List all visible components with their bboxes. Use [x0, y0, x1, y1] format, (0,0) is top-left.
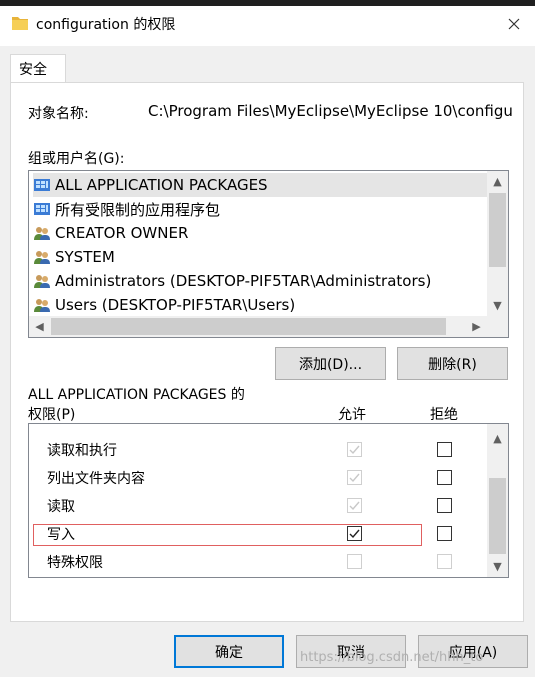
object-name-label: 对象名称:	[28, 106, 89, 122]
list-item[interactable]: Administrators (DESKTOP-PIF5TAR\Administ…	[33, 269, 487, 293]
allow-checkbox	[347, 470, 362, 485]
deny-column-header: 拒绝	[430, 407, 458, 423]
permissions-subtitle: 权限(P)	[28, 407, 76, 423]
deny-checkbox[interactable]	[437, 442, 452, 457]
allow-checkbox	[347, 442, 362, 457]
scrollbar-corner	[487, 316, 508, 337]
list-item[interactable]: SYSTEM	[33, 245, 487, 269]
close-icon	[508, 18, 520, 30]
permission-label: 列出文件夹内容	[47, 471, 145, 487]
list-item-label: SYSTEM	[55, 248, 115, 266]
scrollbar-thumb[interactable]	[489, 193, 506, 267]
groups-vertical-scrollbar[interactable]: ▲ ▼	[487, 171, 508, 316]
list-item-label: Administrators (DESKTOP-PIF5TAR\Administ…	[55, 272, 432, 290]
package-group-icon	[33, 201, 51, 217]
window-title: configuration 的权限	[36, 17, 176, 33]
permissions-vertical-scrollbar[interactable]: ▲ ▼	[487, 424, 508, 577]
selected-row-highlight	[33, 524, 422, 546]
scrollbar-thumb[interactable]	[51, 318, 446, 335]
scrollbar-thumb[interactable]	[489, 478, 506, 554]
scroll-down-icon[interactable]: ▼	[487, 295, 508, 316]
permission-label: 读取和执行	[47, 443, 117, 459]
remove-button[interactable]: 删除(R)	[397, 347, 508, 380]
list-item[interactable]: CREATOR OWNER	[33, 221, 487, 245]
object-path: C:\Program Files\MyEclipse\MyEclipse 10\…	[148, 102, 513, 120]
groups-horizontal-scrollbar[interactable]: ◀ ▶	[29, 316, 487, 337]
window-top-edge	[0, 0, 535, 6]
permission-row: 读取和执行	[47, 436, 117, 464]
list-item-label: ALL APPLICATION PACKAGES	[55, 176, 268, 194]
scroll-down-icon[interactable]: ▼	[487, 556, 508, 577]
tab-security[interactable]: 安全	[10, 54, 66, 83]
permissions-title: ALL APPLICATION PACKAGES 的	[28, 387, 245, 403]
watermark: https://blog.csdn.net/hhh_to	[300, 650, 484, 665]
allow-column-header: 允许	[338, 407, 366, 423]
list-item-label: CREATOR OWNER	[55, 224, 189, 242]
scroll-up-icon[interactable]: ▲	[487, 428, 508, 449]
list-item-label: Users (DESKTOP-PIF5TAR\Users)	[55, 296, 296, 314]
list-item[interactable]: ALL APPLICATION PACKAGES	[33, 173, 487, 197]
list-item-label: 所有受限制的应用程序包	[55, 200, 221, 219]
permission-row: 特殊权限	[47, 548, 103, 576]
deny-checkbox	[437, 554, 452, 569]
groups-label: 组或用户名(G):	[28, 151, 125, 167]
scroll-right-icon[interactable]: ▶	[466, 316, 487, 337]
permissions-list[interactable]: 读取和执行 列出文件夹内容 读取 写入 特殊权限 ▲ ▼	[28, 423, 509, 578]
scroll-left-icon[interactable]: ◀	[29, 316, 50, 337]
users-group-icon	[33, 273, 51, 289]
deny-checkbox[interactable]	[437, 470, 452, 485]
allow-checkbox	[347, 498, 362, 513]
permission-row: 读取	[47, 492, 75, 520]
add-button[interactable]: 添加(D)...	[275, 347, 386, 380]
scroll-up-icon[interactable]: ▲	[487, 171, 508, 192]
list-item[interactable]: Users (DESKTOP-PIF5TAR\Users)	[33, 293, 487, 317]
groups-listbox[interactable]: ALL APPLICATION PACKAGES 所有受限制的应用程序包 CREAT…	[28, 170, 509, 338]
allow-checkbox	[347, 554, 362, 569]
package-group-icon	[33, 177, 51, 193]
users-group-icon	[33, 249, 51, 265]
list-item[interactable]: 所有受限制的应用程序包	[33, 197, 487, 221]
close-button[interactable]	[496, 8, 532, 40]
users-group-icon	[33, 297, 51, 313]
permission-label: 特殊权限	[47, 555, 103, 571]
ok-button[interactable]: 确定	[174, 635, 284, 668]
deny-checkbox[interactable]	[437, 526, 452, 541]
folder-icon	[12, 16, 28, 30]
deny-checkbox[interactable]	[437, 498, 452, 513]
users-group-icon	[33, 225, 51, 241]
permission-label: 读取	[47, 499, 75, 515]
permission-row: 列出文件夹内容	[47, 464, 145, 492]
